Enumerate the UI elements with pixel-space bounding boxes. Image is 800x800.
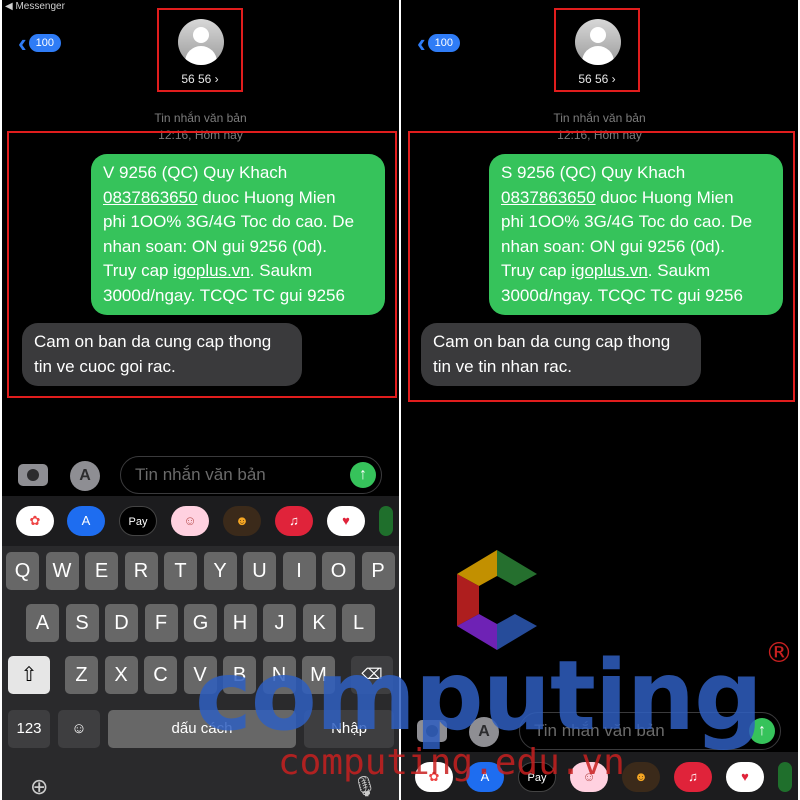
key-t[interactable]: T xyxy=(164,552,197,590)
send-icon[interactable]: ↑ xyxy=(350,462,376,488)
key-r[interactable]: R xyxy=(124,552,158,590)
unread-badge: 100 xyxy=(427,34,461,52)
key-o[interactable]: O xyxy=(322,552,355,590)
incoming-message[interactable]: Cam on ban da cung cap thong tin ve tin … xyxy=(421,323,701,386)
more-apps-icon[interactable] xyxy=(379,506,393,536)
back-button[interactable]: ‹ 100 xyxy=(417,28,461,58)
key-y[interactable]: Y xyxy=(203,552,237,590)
digital-touch-icon[interactable]: ♥ xyxy=(327,506,365,536)
memoji-icon[interactable]: ☺ xyxy=(171,506,209,536)
app-store-app-icon[interactable]: A xyxy=(67,506,105,536)
key-f[interactable]: F xyxy=(144,604,178,642)
unread-badge: 100 xyxy=(28,34,62,52)
photos-app-icon[interactable]: ✿ xyxy=(16,506,54,536)
contact-header-highlight[interactable]: 56 56 › xyxy=(157,8,243,92)
watermark-logo xyxy=(457,550,537,650)
animoji-icon[interactable]: ☻ xyxy=(223,506,261,536)
contact-name[interactable]: 56 56 › xyxy=(556,72,638,86)
key-z[interactable]: Z xyxy=(65,656,98,694)
back-to-app-link[interactable]: ◀ Messenger xyxy=(5,1,65,12)
app-drawer: ✿ A Pay ☺ ☻ ♫ ♥ xyxy=(2,496,399,550)
key-e[interactable]: E xyxy=(85,552,118,590)
key-u[interactable]: U xyxy=(243,552,276,590)
key-g[interactable]: G xyxy=(184,604,217,642)
apple-pay-icon[interactable]: Pay xyxy=(119,506,157,536)
outgoing-message[interactable]: S 9256 (QC) Quy Khach 0837863650 duoc Hu… xyxy=(489,154,783,315)
contact-name[interactable]: 56 56 › xyxy=(159,72,241,86)
key-d[interactable]: D xyxy=(105,604,138,642)
key-p[interactable]: P xyxy=(361,552,395,590)
incoming-message[interactable]: Cam on ban da cung cap thong tin ve cuoc… xyxy=(22,323,302,386)
emoji-key[interactable]: ☺ xyxy=(58,710,100,748)
phone-link[interactable]: 0837863650 xyxy=(501,188,596,207)
avatar-icon xyxy=(178,19,224,65)
app-store-icon[interactable]: A xyxy=(70,461,100,491)
chevron-left-icon: ‹ xyxy=(417,28,426,58)
key-q[interactable]: Q xyxy=(6,552,39,590)
web-link[interactable]: igoplus.vn xyxy=(571,261,648,280)
key-s[interactable]: S xyxy=(65,604,99,642)
digital-touch-icon[interactable]: ♥ xyxy=(726,762,764,792)
globe-icon[interactable]: ⊕ xyxy=(30,774,48,800)
key-j[interactable]: J xyxy=(263,604,296,642)
key-k[interactable]: K xyxy=(302,604,336,642)
key-a[interactable]: A xyxy=(26,604,59,642)
key-w[interactable]: W xyxy=(45,552,79,590)
message-input[interactable]: Tin nhắn văn bản ↑ xyxy=(120,456,382,494)
watermark-url: computing.edu.vn xyxy=(278,742,625,783)
thread-type-label: Tin nhắn văn bản xyxy=(553,111,646,125)
numbers-key[interactable]: 123 xyxy=(8,710,50,748)
outgoing-message[interactable]: V 9256 (QC) Quy Khach 0837863650 duoc Hu… xyxy=(91,154,385,315)
key-c[interactable]: C xyxy=(144,656,177,694)
phone-link[interactable]: 0837863650 xyxy=(103,188,198,207)
key-h[interactable]: H xyxy=(223,604,257,642)
avatar-icon xyxy=(575,19,621,65)
key-l[interactable]: L xyxy=(342,604,375,642)
thread-type-label: Tin nhắn văn bản xyxy=(154,111,247,125)
animoji-icon[interactable]: ☻ xyxy=(622,762,660,792)
key-i[interactable]: I xyxy=(282,552,316,590)
web-link[interactable]: igoplus.vn xyxy=(173,261,250,280)
back-button[interactable]: ‹ 100 xyxy=(18,28,62,58)
composer-row: A Tin nhắn văn bản ↑ xyxy=(2,456,399,496)
camera-icon[interactable] xyxy=(18,464,48,486)
music-icon[interactable]: ♫ xyxy=(674,762,712,792)
more-apps-icon[interactable] xyxy=(778,762,792,792)
registered-mark: ® xyxy=(765,636,793,669)
key-x[interactable]: X xyxy=(104,656,138,694)
watermark-text: computing xyxy=(195,640,763,752)
contact-header-highlight[interactable]: 56 56 › xyxy=(554,8,640,92)
shift-key[interactable]: ⇧ xyxy=(8,656,50,694)
comparison-screenshot: ◀ Messenger ‹ 100 56 56 › Tin nhắn văn b… xyxy=(0,0,800,800)
music-icon[interactable]: ♫ xyxy=(275,506,313,536)
chevron-left-icon: ‹ xyxy=(18,28,27,58)
